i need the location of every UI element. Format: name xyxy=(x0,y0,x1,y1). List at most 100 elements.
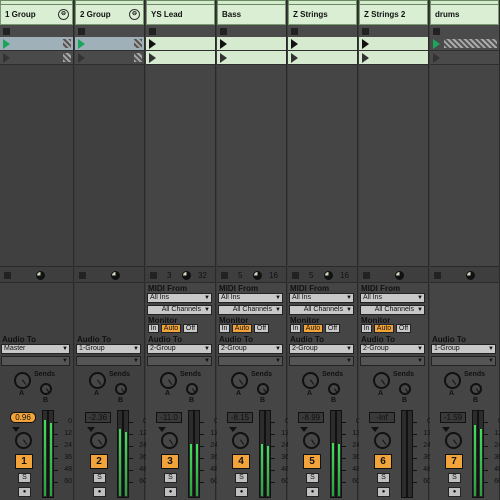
solo-button[interactable]: S xyxy=(93,473,106,483)
pan-knob[interactable] xyxy=(374,432,391,449)
volume-display[interactable]: -11.0 xyxy=(156,412,182,423)
pan-knob[interactable] xyxy=(161,432,178,449)
audio-to-channel-select[interactable] xyxy=(431,356,496,366)
clip-drop-area[interactable] xyxy=(0,25,73,265)
stop-all-clips-button[interactable] xyxy=(434,272,441,279)
audio-to-select[interactable]: 1-Group xyxy=(431,344,496,354)
audio-to-channel-select[interactable] xyxy=(76,356,141,366)
send-a-knob[interactable] xyxy=(14,372,31,389)
stop-all-clips-button[interactable] xyxy=(221,272,228,279)
monitor-off-button[interactable]: Off xyxy=(396,324,411,333)
monitor-in-button[interactable]: In xyxy=(148,324,159,333)
volume-display[interactable]: -Inf xyxy=(369,412,395,423)
pan-knob[interactable] xyxy=(15,432,32,449)
midi-channel-select[interactable]: All Channels xyxy=(218,305,283,315)
clip-drop-area[interactable] xyxy=(217,25,286,265)
track-activator-button[interactable]: 5 xyxy=(303,454,321,469)
monitor-off-button[interactable]: Off xyxy=(254,324,269,333)
solo-button[interactable]: S xyxy=(377,473,390,483)
solo-button[interactable]: S xyxy=(18,473,31,483)
volume-display[interactable]: -2.36 xyxy=(85,412,111,423)
track-title[interactable]: drums xyxy=(430,5,499,25)
arm-button[interactable]: ● xyxy=(18,487,31,497)
midi-from-select[interactable]: All Ins xyxy=(360,293,425,303)
send-a-knob[interactable] xyxy=(160,372,177,389)
pan-knob[interactable] xyxy=(90,432,107,449)
audio-to-channel-select[interactable] xyxy=(1,356,70,366)
track-title[interactable]: 1 Group ⊖ xyxy=(0,5,73,25)
track-activator-button[interactable]: 3 xyxy=(161,454,179,469)
audio-to-select[interactable]: Master xyxy=(1,344,70,354)
stop-all-clips-button[interactable] xyxy=(150,272,157,279)
track-title[interactable]: YS Lead xyxy=(146,5,215,25)
track-title[interactable]: Bass xyxy=(217,5,286,25)
arm-button[interactable]: ● xyxy=(235,487,248,497)
clip-drop-area[interactable] xyxy=(75,25,144,265)
clip-drop-area[interactable] xyxy=(359,25,428,265)
solo-button[interactable]: S xyxy=(448,473,461,483)
audio-to-select[interactable]: 2-Group xyxy=(289,344,354,354)
audio-to-channel-select[interactable] xyxy=(289,356,354,366)
track-activator-button[interactable]: 4 xyxy=(232,454,250,469)
arm-button[interactable]: ● xyxy=(93,487,106,497)
track-activator-button[interactable]: 6 xyxy=(374,454,392,469)
audio-to-channel-select[interactable] xyxy=(218,356,283,366)
clip-drop-area[interactable] xyxy=(146,25,215,265)
volume-display[interactable]: -8.15 xyxy=(227,412,253,423)
monitor-auto-button[interactable]: Auto xyxy=(232,324,252,333)
pan-knob[interactable] xyxy=(445,432,462,449)
stop-all-clips-button[interactable] xyxy=(363,272,370,279)
track-activator-button[interactable]: 2 xyxy=(90,454,108,469)
send-b-knob[interactable] xyxy=(115,383,127,395)
pan-knob[interactable] xyxy=(232,432,249,449)
volume-display[interactable]: -1.59 xyxy=(440,412,466,423)
track-title[interactable]: Z Strings 2 xyxy=(359,5,428,25)
track-activator-button[interactable]: 1 xyxy=(15,454,33,469)
stop-all-clips-button[interactable] xyxy=(79,272,86,279)
midi-from-select[interactable]: All Ins xyxy=(218,293,283,303)
monitor-off-button[interactable]: Off xyxy=(183,324,198,333)
midi-channel-select[interactable]: All Channels xyxy=(147,305,212,315)
track-title[interactable]: Z Strings xyxy=(288,5,357,25)
clip-drop-area[interactable] xyxy=(288,25,357,265)
send-a-knob[interactable] xyxy=(444,372,461,389)
midi-channel-select[interactable]: All Channels xyxy=(289,305,354,315)
solo-button[interactable]: S xyxy=(235,473,248,483)
audio-to-select[interactable]: 1-Group xyxy=(76,344,141,354)
stop-all-clips-button[interactable] xyxy=(292,272,299,279)
track-activator-button[interactable]: 7 xyxy=(445,454,463,469)
send-b-knob[interactable] xyxy=(470,383,482,395)
group-fold-icon[interactable]: ⊖ xyxy=(58,9,69,20)
send-a-knob[interactable] xyxy=(89,372,106,389)
monitor-in-button[interactable]: In xyxy=(290,324,301,333)
arm-button[interactable]: ● xyxy=(377,487,390,497)
send-b-knob[interactable] xyxy=(257,383,269,395)
monitor-off-button[interactable]: Off xyxy=(325,324,340,333)
monitor-auto-button[interactable]: Auto xyxy=(374,324,394,333)
volume-display[interactable]: -8.99 xyxy=(298,412,324,423)
track-title[interactable]: 2 Group ⊖ xyxy=(75,5,144,25)
solo-button[interactable]: S xyxy=(164,473,177,483)
monitor-auto-button[interactable]: Auto xyxy=(161,324,181,333)
send-b-knob[interactable] xyxy=(40,383,52,395)
send-b-knob[interactable] xyxy=(399,383,411,395)
midi-from-select[interactable]: All Ins xyxy=(289,293,354,303)
send-b-knob[interactable] xyxy=(186,383,198,395)
midi-from-select[interactable]: All Ins xyxy=(147,293,212,303)
audio-to-select[interactable]: 2-Group xyxy=(218,344,283,354)
audio-to-select[interactable]: 2-Group xyxy=(360,344,425,354)
arm-button[interactable]: ● xyxy=(306,487,319,497)
clip-drop-area[interactable] xyxy=(430,25,499,265)
arm-button[interactable]: ● xyxy=(164,487,177,497)
monitor-in-button[interactable]: In xyxy=(219,324,230,333)
arm-button[interactable]: ● xyxy=(448,487,461,497)
monitor-auto-button[interactable]: Auto xyxy=(303,324,323,333)
midi-channel-select[interactable]: All Channels xyxy=(360,305,425,315)
audio-to-channel-select[interactable] xyxy=(147,356,212,366)
monitor-in-button[interactable]: In xyxy=(361,324,372,333)
stop-all-clips-button[interactable] xyxy=(4,272,11,279)
send-a-knob[interactable] xyxy=(302,372,319,389)
solo-button[interactable]: S xyxy=(306,473,319,483)
volume-display[interactable]: 0.96 xyxy=(10,412,36,423)
send-a-knob[interactable] xyxy=(231,372,248,389)
